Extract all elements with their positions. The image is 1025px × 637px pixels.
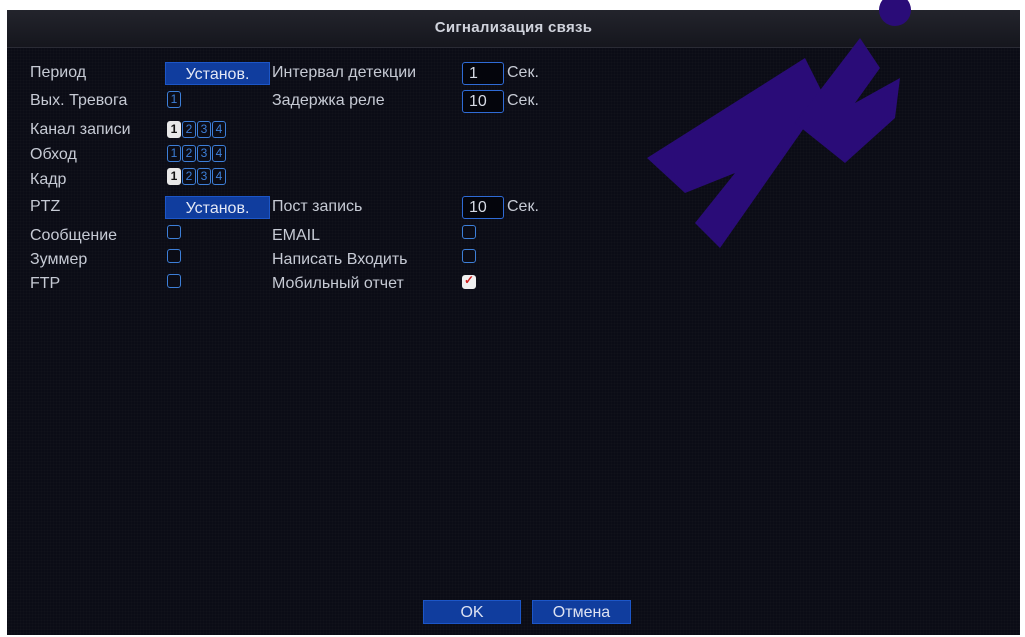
detect-interval-input[interactable]: 1 [462, 62, 504, 85]
check-mark-icon: ✓ [464, 273, 475, 287]
cancel-button[interactable]: Отмена [532, 600, 631, 624]
message-checkbox[interactable] [167, 225, 181, 239]
tour-label: Обход [30, 146, 77, 163]
record-channel-4[interactable]: 4 [212, 121, 226, 138]
record-channel-3[interactable]: 3 [197, 121, 211, 138]
record-channel-1[interactable]: 1 [167, 121, 181, 138]
alarm-link-dialog: Сигнализация связь Период Установ. Интер… [7, 10, 1020, 635]
buzzer-label: Зуммер [30, 251, 88, 268]
detect-interval-label: Интервал детекции [272, 64, 417, 81]
alarm-out-channel-1[interactable]: 1 [167, 91, 181, 108]
tour-channel-1[interactable]: 1 [167, 145, 181, 162]
post-record-label: Пост запись [272, 198, 363, 215]
relay-delay-label: Задержка реле [272, 92, 385, 109]
write-log-checkbox[interactable] [462, 249, 476, 263]
snapshot-channel-4[interactable]: 4 [212, 168, 226, 185]
ftp-checkbox[interactable] [167, 274, 181, 288]
buzzer-checkbox[interactable] [167, 249, 181, 263]
tour-channel-2[interactable]: 2 [182, 145, 196, 162]
ok-button[interactable]: OK [423, 600, 521, 624]
snapshot-label: Кадр [30, 171, 67, 188]
snapshot-channel-3[interactable]: 3 [197, 168, 211, 185]
tour-channel-3[interactable]: 3 [197, 145, 211, 162]
relay-delay-input[interactable]: 10 [462, 90, 504, 113]
tour-channel-4[interactable]: 4 [212, 145, 226, 162]
mobile-report-checkbox[interactable]: ✓ [462, 273, 476, 289]
title-bar: Сигнализация связь [7, 10, 1020, 48]
ptz-set-button[interactable]: Установ. [165, 196, 270, 219]
alarm-out-label: Вых. Тревога [30, 92, 128, 109]
email-checkbox[interactable] [462, 225, 476, 239]
mobile-report-label: Мобильный отчет [272, 275, 404, 292]
dialog-title: Сигнализация связь [434, 19, 593, 36]
ptz-label: PTZ [30, 198, 61, 215]
snapshot-channel-1[interactable]: 1 [167, 168, 181, 185]
post-record-input[interactable]: 10 [462, 196, 504, 219]
record-channel-2[interactable]: 2 [182, 121, 196, 138]
relay-delay-unit: Сек. [507, 92, 539, 109]
email-label: EMAIL [272, 227, 321, 244]
post-record-unit: Сек. [507, 198, 539, 215]
detect-interval-unit: Сек. [507, 64, 539, 81]
record-channel-label: Канал записи [30, 121, 131, 138]
snapshot-channel-2[interactable]: 2 [182, 168, 196, 185]
period-set-button[interactable]: Установ. [165, 62, 270, 85]
ftp-label: FTP [30, 275, 61, 292]
message-label: Сообщение [30, 227, 118, 244]
period-label: Период [30, 64, 87, 81]
write-log-label: Написать Входить [272, 251, 408, 268]
